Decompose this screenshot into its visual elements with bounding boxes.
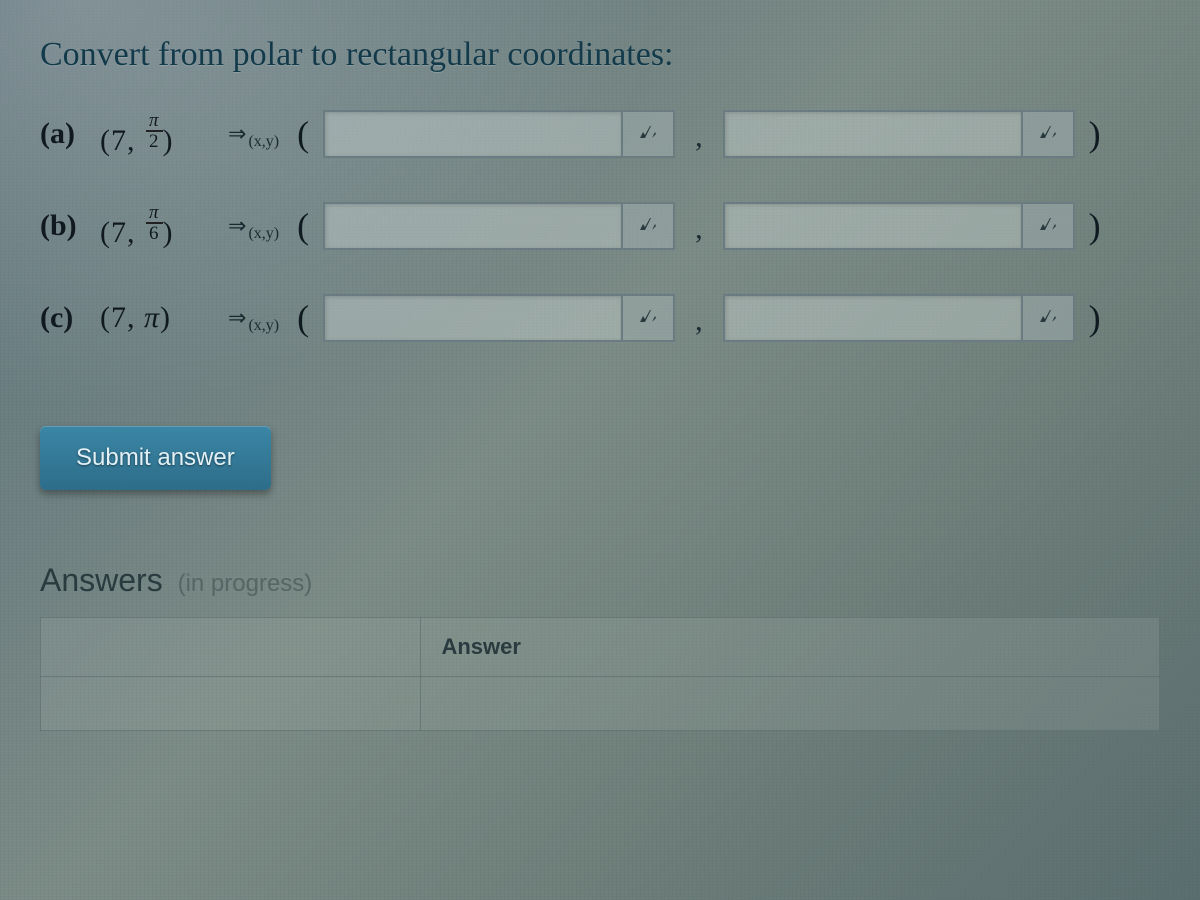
y-input[interactable] — [723, 110, 1023, 158]
close-paren: ) — [1089, 113, 1101, 155]
submit-button[interactable]: Submit answer — [40, 426, 271, 490]
polar-coordinate: (7, π6) — [100, 203, 210, 250]
equation-editor-button[interactable] — [623, 110, 675, 158]
problem-content: Convert from polar to rectangular coordi… — [0, 0, 1200, 731]
problem-row-b: (b) (7, π6) ⇒(x,y) ( , ) — [40, 202, 1160, 250]
row-label: (b) — [40, 209, 86, 243]
table-cell-value — [421, 677, 1160, 731]
polar-coordinate: (7, π) — [100, 301, 210, 335]
y-input[interactable] — [723, 294, 1023, 342]
answers-heading-text: Answers — [40, 562, 163, 598]
table-header-row: Answer — [41, 618, 1160, 677]
equation-editor-icon — [1038, 124, 1058, 144]
problem-heading: Convert from polar to rectangular coordi… — [40, 36, 1160, 74]
equation-editor-icon — [1038, 216, 1058, 236]
equation-editor-icon — [638, 308, 658, 328]
equation-editor-icon — [638, 216, 658, 236]
equation-editor-button[interactable] — [1023, 294, 1075, 342]
table-header-answer: Answer — [421, 618, 1160, 677]
open-paren: ( — [297, 205, 309, 247]
problem-row-a: (a) (7, π2) ⇒(x,y) ( , ) — [40, 110, 1160, 158]
equation-editor-icon — [1038, 308, 1058, 328]
y-input-group — [723, 202, 1075, 250]
equation-editor-button[interactable] — [623, 202, 675, 250]
arrow-icon: ⇒(x,y) — [228, 121, 279, 151]
x-input-group — [323, 110, 675, 158]
arrow-icon: ⇒(x,y) — [228, 213, 279, 243]
x-input-group — [323, 294, 675, 342]
row-label: (a) — [40, 117, 86, 151]
x-input[interactable] — [323, 294, 623, 342]
close-paren: ) — [1089, 297, 1101, 339]
polar-coordinate: (7, π2) — [100, 111, 210, 158]
table-cell-label — [41, 677, 421, 731]
problem-row-c: (c) (7, π) ⇒(x,y) ( , ) — [40, 294, 1160, 342]
close-paren: ) — [1089, 205, 1101, 247]
answers-section: Answers (in progress) Answer — [40, 562, 1160, 731]
x-input-group — [323, 202, 675, 250]
y-input-group — [723, 294, 1075, 342]
x-input[interactable] — [323, 110, 623, 158]
open-paren: ( — [297, 297, 309, 339]
answers-heading: Answers (in progress) — [40, 562, 1160, 599]
equation-editor-icon — [638, 124, 658, 144]
comma: , — [695, 304, 703, 342]
y-input[interactable] — [723, 202, 1023, 250]
open-paren: ( — [297, 113, 309, 155]
y-input-group — [723, 110, 1075, 158]
equation-editor-button[interactable] — [1023, 110, 1075, 158]
comma: , — [695, 212, 703, 250]
answers-status: (in progress) — [178, 570, 313, 597]
table-row — [41, 677, 1160, 731]
equation-editor-button[interactable] — [1023, 202, 1075, 250]
comma: , — [695, 120, 703, 158]
row-label: (c) — [40, 301, 86, 335]
table-header-blank — [41, 618, 421, 677]
arrow-icon: ⇒(x,y) — [228, 305, 279, 335]
x-input[interactable] — [323, 202, 623, 250]
equation-editor-button[interactable] — [623, 294, 675, 342]
answers-table: Answer — [40, 617, 1160, 731]
